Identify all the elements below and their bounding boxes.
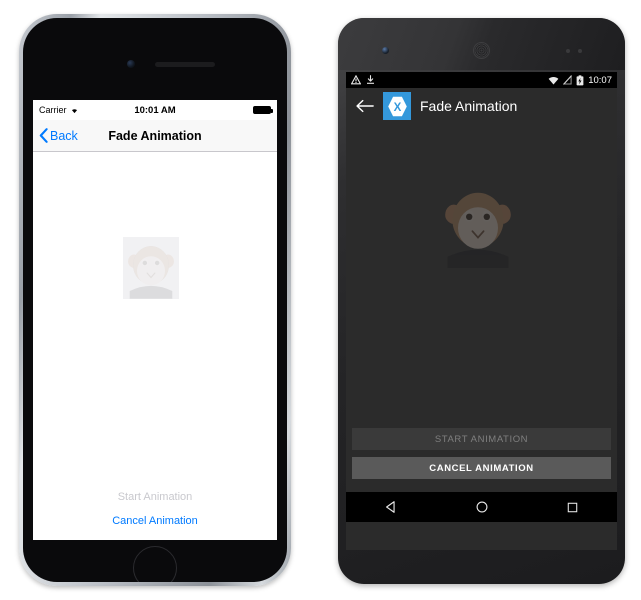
status-right-group: 10:07 <box>548 75 612 86</box>
page-title: Fade Animation <box>420 98 518 114</box>
android-toolbar: X Fade Animation <box>346 88 617 124</box>
android-button-group: START ANIMATION CANCEL ANIMATION <box>346 428 617 486</box>
battery-icon <box>253 106 273 114</box>
android-clock: 10:07 <box>588 74 612 86</box>
cancel-animation-button[interactable]: CANCEL ANIMATION <box>352 457 611 479</box>
android-device-frame: 10:07 X Fade Animation START ANIMATION C… <box>338 18 625 584</box>
ios-button-group: Start Animation Cancel Animation <box>33 485 277 533</box>
xamarin-hexagon-icon: X <box>387 96 407 116</box>
warning-triangle-icon <box>351 75 361 85</box>
start-animation-button[interactable]: Start Animation <box>33 485 277 509</box>
wifi-icon <box>548 76 559 84</box>
battery-charging-icon <box>576 74 584 85</box>
ios-clock: 10:01 AM <box>134 104 176 116</box>
nav-back-triangle-icon[interactable] <box>384 500 398 514</box>
chevron-left-icon <box>39 128 48 143</box>
home-button[interactable] <box>133 546 177 582</box>
android-navigation-bar <box>346 492 617 522</box>
start-animation-button[interactable]: START ANIMATION <box>352 428 611 450</box>
camera-icon <box>127 60 135 68</box>
back-button-label: Back <box>50 128 78 143</box>
cancel-animation-button[interactable]: Cancel Animation <box>33 509 277 533</box>
ios-navigation-bar: Back Fade Animation <box>33 120 277 152</box>
ios-content-area: Start Animation Cancel Animation <box>33 152 277 539</box>
xamarin-logo-icon: X <box>383 92 411 120</box>
back-button[interactable]: Back <box>33 128 78 143</box>
android-status-bar: 10:07 <box>346 72 617 88</box>
camera-icon <box>382 47 389 54</box>
android-content-area: START ANIMATION CANCEL ANIMATION <box>346 124 617 522</box>
nav-recents-square-icon[interactable] <box>566 501 579 514</box>
arrow-left-icon[interactable] <box>356 99 374 113</box>
ios-status-bar: Carrier 10:01 AM <box>33 100 277 120</box>
svg-text:X: X <box>393 102 401 114</box>
iphone-bezel: Carrier 10:01 AM Back Fade Animation Sta… <box>23 18 287 582</box>
iphone-device-frame: Carrier 10:01 AM Back Fade Animation Sta… <box>19 14 291 586</box>
nav-home-circle-icon[interactable] <box>475 500 489 514</box>
signal-off-icon <box>563 75 573 85</box>
download-icon <box>367 75 374 84</box>
speaker-grille <box>155 62 215 67</box>
monkey-image <box>123 237 179 299</box>
monkey-illustration <box>123 237 179 299</box>
monkey-illustration <box>438 180 518 268</box>
monkey-image <box>438 179 518 269</box>
android-screen: 10:07 X Fade Animation START ANIMATION C… <box>346 72 617 550</box>
sensor-dots <box>566 49 570 53</box>
sensor-dots <box>578 49 582 53</box>
speaker-grille <box>473 42 490 59</box>
ios-screen: Carrier 10:01 AM Back Fade Animation Sta… <box>33 100 277 540</box>
